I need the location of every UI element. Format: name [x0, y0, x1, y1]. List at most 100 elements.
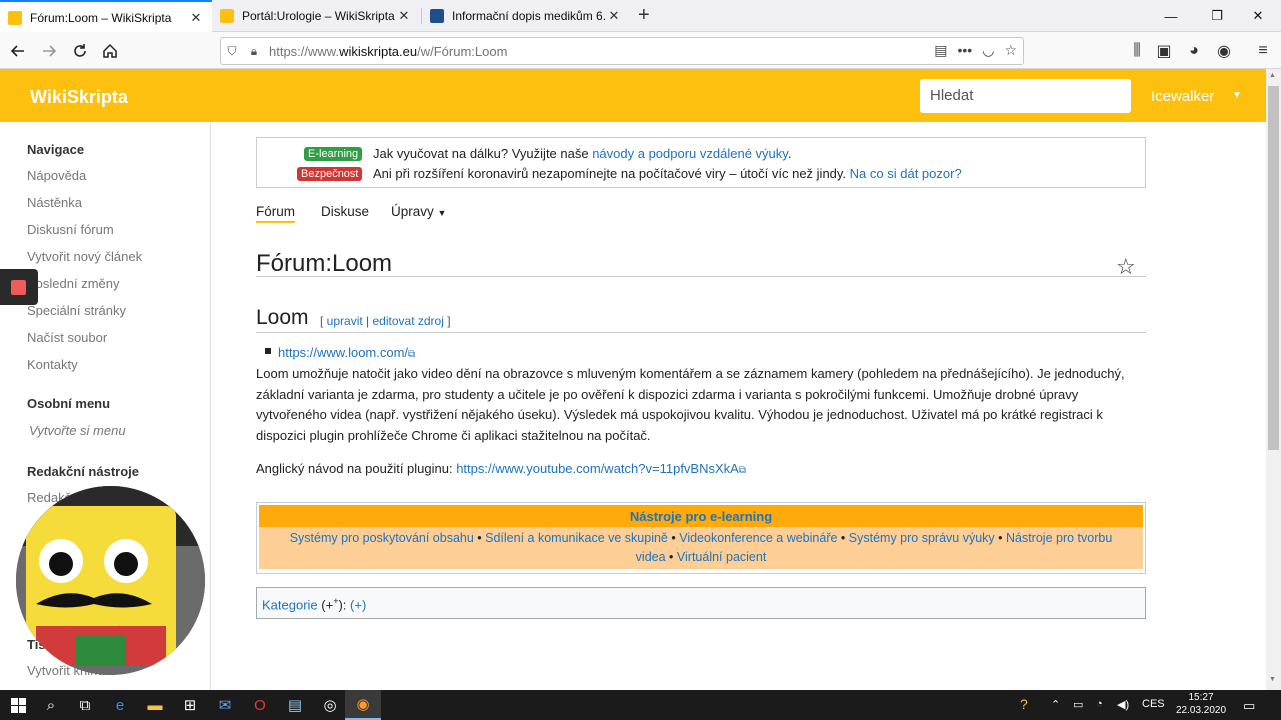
home-icon [103, 43, 117, 58]
network-icon[interactable]: ▭ [1073, 698, 1083, 711]
notifications-icon[interactable]: ▭ [1243, 698, 1255, 714]
caret-down-icon: ▼ [437, 208, 447, 218]
external-link-icon: ⧉ [738, 465, 746, 476]
sidebar-item-board[interactable]: Nástěnka [27, 195, 82, 210]
document-favicon-icon [430, 9, 444, 23]
notice-link-remote-teaching[interactable]: návody a podporu vzdálené výuky [592, 146, 788, 161]
scroll-down-icon[interactable]: ▼ [1269, 676, 1276, 683]
firefox-icon[interactable]: ◉ [345, 690, 381, 720]
notice-box: E-learning Jak vyučovat na dálku? Využij… [256, 137, 1146, 188]
help-icon[interactable]: ? [1020, 696, 1028, 712]
navbox-link[interactable]: Systémy pro správu výuky [849, 531, 995, 545]
close-tab-icon[interactable]: ✕ [606, 8, 622, 24]
search-input[interactable]: Hledat [920, 79, 1131, 113]
reader-view-icon[interactable]: ▤ [934, 42, 947, 59]
shield-icon[interactable]: ⛉ [221, 44, 243, 59]
site-logo[interactable]: WikiSkripta [30, 87, 128, 108]
wikiskripta-favicon-icon [8, 10, 22, 25]
title-divider [256, 276, 1146, 277]
categories-link[interactable]: Kategorie [262, 597, 318, 612]
address-bar[interactable]: ⛉ 🔒︎ https://www.wikiskripta.eu/w/Fórum:… [220, 37, 1024, 65]
navbox-link[interactable]: Virtuální pacient [677, 550, 766, 564]
minimize-icon[interactable]: — [1148, 0, 1194, 32]
record-button[interactable] [0, 269, 38, 305]
sidebar-item-help[interactable]: Nápověda [27, 168, 86, 183]
record-stop-icon [11, 280, 26, 295]
store-icon[interactable]: ⊞ [172, 690, 208, 720]
reload-button[interactable] [68, 39, 92, 63]
sidebar-item-create-menu[interactable]: Vytvořte si menu [29, 423, 126, 438]
menu-hamburger-icon[interactable]: ≡ [1251, 39, 1275, 63]
opera-icon[interactable]: O [242, 690, 278, 720]
file-explorer-icon[interactable]: ▬ [137, 690, 173, 720]
bookmark-star-icon[interactable]: ☆ [1004, 42, 1017, 59]
tab-informacni-dopis[interactable]: Informační dopis medikům 6. r ✕ [422, 0, 630, 32]
tutorial-link[interactable]: https://www.youtube.com/watch?v=11pfvBNs… [456, 461, 739, 476]
account-icon[interactable]: ◉ [1212, 39, 1236, 63]
tab-title: Informační dopis medikům 6. r [452, 9, 606, 23]
taskbar-clock[interactable]: 15:27 22.03.2020 [1176, 691, 1226, 717]
edit-source-link[interactable]: editovat zdroj [373, 314, 444, 328]
language-indicator[interactable]: CES [1142, 698, 1165, 710]
scroll-up-icon[interactable]: ▲ [1269, 72, 1276, 79]
watch-star-icon[interactable]: ☆ [1116, 254, 1136, 280]
new-tab-button[interactable]: + [638, 4, 650, 26]
tab-edits[interactable]: Úpravy ▼ [391, 204, 446, 219]
tray-chevron-up-icon[interactable]: ⌃ [1051, 698, 1060, 711]
user-menu[interactable]: Icewalker [1151, 88, 1214, 105]
search-icon[interactable]: ⌕ [33, 690, 69, 720]
close-tab-icon[interactable]: ✕ [188, 10, 204, 26]
sidebar-item-recent-changes[interactable]: Poslední změny [27, 276, 120, 291]
sidebar-item-upload[interactable]: Načíst soubor [27, 330, 107, 345]
browser-toolbar: ⛉ 🔒︎ https://www.wikiskripta.eu/w/Fórum:… [0, 32, 1281, 69]
back-button[interactable] [6, 39, 30, 63]
library-icon[interactable]: ⫼ [1125, 39, 1149, 63]
add-category-link[interactable]: (+) [350, 597, 366, 612]
caret-down-icon[interactable]: ▼ [1232, 90, 1242, 101]
scrollbar-thumb[interactable] [1268, 86, 1279, 450]
more-actions-icon[interactable]: ••• [958, 42, 973, 59]
sidebar-item-new-article[interactable]: Vytvořit nový článek [27, 249, 142, 264]
volume-icon[interactable]: ◀) [1117, 698, 1129, 711]
loom-link-item: https://www.loom.com/⧉ [278, 345, 415, 360]
loom-link[interactable]: https://www.loom.com/ [278, 345, 408, 360]
tutorial-label: Anglický návod na použití pluginu: [256, 461, 457, 476]
close-window-icon[interactable]: ✕ [1235, 0, 1281, 32]
notice-row-security: Ani při rozšíření koronavirů nezapomínej… [373, 166, 962, 181]
tab-forum-loom[interactable]: Fórum:Loom – WikiSkripta ✕ [0, 0, 212, 33]
navbox-link[interactable]: Systémy pro poskytování obsahu [290, 531, 474, 545]
wifi-icon[interactable]: ◔ [1096, 698, 1103, 710]
edge-icon[interactable]: e [102, 690, 138, 720]
close-tab-icon[interactable]: ✕ [396, 8, 412, 24]
sidebar-toggle-icon[interactable]: ▣ [1152, 39, 1176, 63]
pocket-icon[interactable]: ◡ [982, 42, 994, 59]
home-button[interactable] [98, 39, 122, 63]
windows-start-icon[interactable] [0, 690, 36, 720]
lock-icon[interactable]: 🔒︎ [243, 44, 265, 59]
navbox-title: Nástroje pro e-learning [259, 505, 1143, 527]
tab-discussion[interactable]: Diskuse [321, 204, 369, 219]
section-heading: Loom [256, 306, 309, 329]
extensions-icon[interactable]: ◕ [1182, 39, 1206, 63]
notice-row-elearning: Jak vyučovat na dálku? Využijte naše náv… [373, 146, 791, 161]
sidebar-item-contacts[interactable]: Kontakty [27, 357, 78, 372]
task-view-icon[interactable]: ⧉ [67, 690, 103, 720]
forward-button[interactable] [37, 39, 61, 63]
mail-icon[interactable]: ✉ [207, 690, 243, 720]
tab-forum[interactable]: Fórum [256, 204, 296, 223]
badge-elearning: E-learning [304, 147, 363, 161]
navbox-title-link[interactable]: Nástroje pro e-learning [630, 509, 772, 524]
edit-link[interactable]: upravit [327, 314, 363, 328]
list-bullet [265, 348, 271, 354]
notepad-icon[interactable]: ▤ [277, 690, 313, 720]
navbox-link[interactable]: Videokonference a webináře [679, 531, 837, 545]
url-text[interactable]: https://www.wikiskripta.eu/w/Fórum:Loom [269, 44, 507, 59]
sidebar-item-special-pages[interactable]: Speciální stránky [27, 303, 126, 318]
navbox-link[interactable]: Sdílení a komunikace ve skupině [485, 531, 668, 545]
sidebar-item-forum[interactable]: Diskusní fórum [27, 222, 114, 237]
loom-description: Loom umožňuje natočit jako video dění na… [256, 366, 1125, 443]
maximize-icon[interactable]: ❐ [1194, 0, 1240, 32]
app-icon[interactable]: ◎ [312, 690, 348, 720]
notice-link-security[interactable]: Na co si dát pozor? [850, 166, 962, 181]
tab-urologie[interactable]: Portál:Urologie – WikiSkripta ✕ [212, 0, 420, 32]
